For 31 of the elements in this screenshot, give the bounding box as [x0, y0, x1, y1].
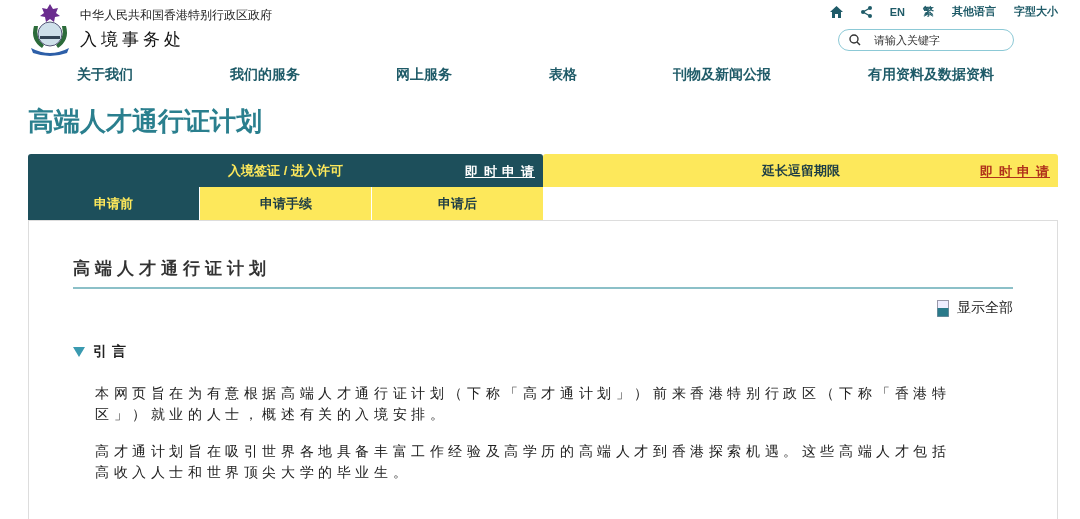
tab[interactable]: 延长逗留期限 即 时 申 请: [543, 154, 1058, 187]
nav-item[interactable]: 有用资料及数据资料: [867, 66, 994, 84]
nav-item[interactable]: 表格: [548, 66, 577, 84]
tab[interactable]: 入境签证 / 进入许可 即 时 申 请: [28, 154, 543, 187]
sub-tab[interactable]: 申请前: [28, 187, 199, 220]
top-link[interactable]: 其他语言: [952, 4, 996, 19]
nav-item[interactable]: 刊物及新闻公报: [673, 66, 772, 84]
department-name: 入境事务处: [80, 29, 186, 51]
home-icon[interactable]: [829, 5, 843, 18]
section-heading: 高端人才通行证计划: [73, 258, 272, 280]
page-title: 高端人才通行证计划: [28, 105, 263, 138]
top-link[interactable]: 繁: [923, 4, 934, 19]
sub-tab[interactable]: 申请手续: [200, 187, 371, 220]
search-field[interactable]: 请输入关键字: [838, 29, 1014, 51]
nav-item[interactable]: 网上服务: [396, 66, 453, 84]
apply-link[interactable]: 即 时 申 请: [980, 163, 1050, 181]
show-all-link[interactable]: 显示全部: [937, 299, 1013, 317]
top-link[interactable]: 字型大小: [1014, 4, 1058, 19]
search-icon: [849, 34, 861, 46]
expand-all-icon: [937, 299, 949, 317]
paragraph: 本网页旨在为有意根据高端人才通行证计划（下称「高才通计划」）前来香港特别行政区（下称「香港特区」）就业的人士，概述有关的入境安排。: [95, 384, 952, 424]
nav-item[interactable]: 关于我们: [77, 66, 133, 84]
government-name: 中华人民共和国香港特别行政区政府: [80, 7, 272, 24]
share-icon[interactable]: [860, 5, 872, 18]
top-link[interactable]: EN: [889, 5, 905, 18]
paragraph: 高才通计划旨在吸引世界各地具备丰富工作经验及高学历的高端人才到香港探索机遇。这些高端人才包括高收入人士和世界顶尖大学的毕业生。: [95, 442, 952, 482]
nav-item[interactable]: 我们的服务: [229, 66, 300, 84]
sub-tab[interactable]: 申请后: [372, 187, 543, 220]
apply-link[interactable]: 即 时 申 请: [465, 163, 535, 181]
section-toggle[interactable]: 引言: [73, 343, 1013, 361]
emblem-logo: [28, 2, 72, 56]
